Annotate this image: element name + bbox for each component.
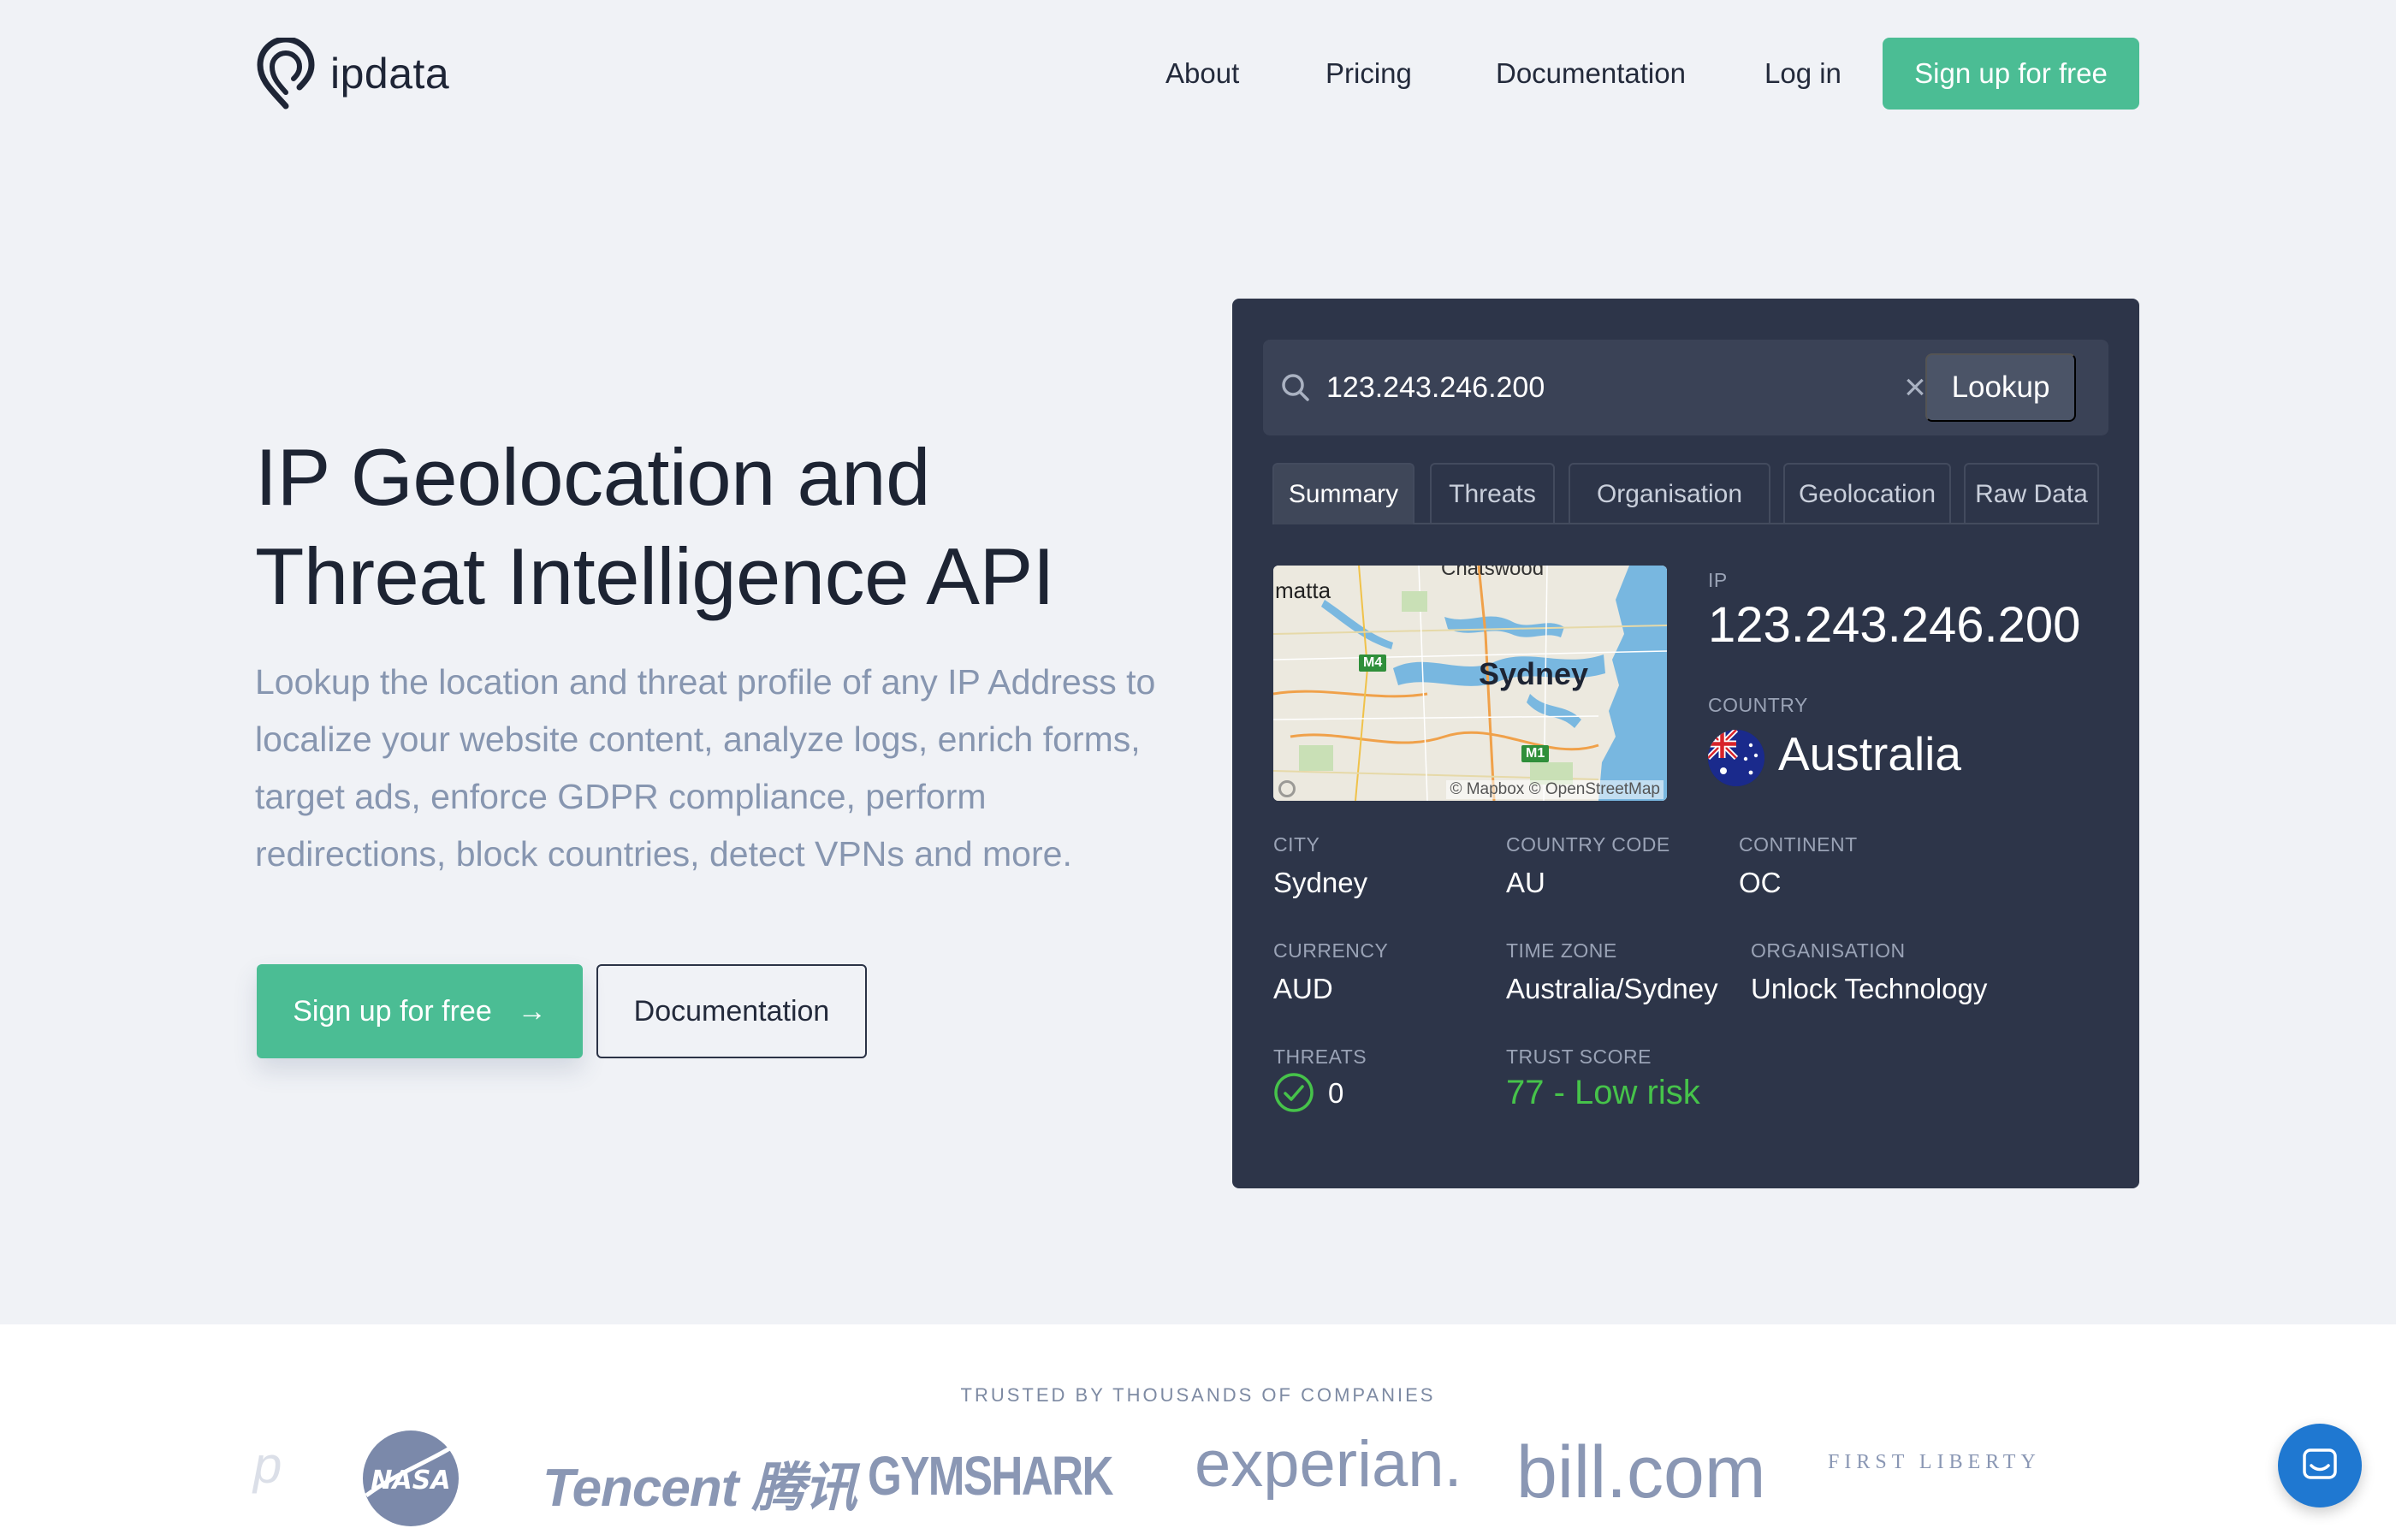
map-label-west: matta [1275, 578, 1331, 603]
result-tabs: Summary Threats Organisation Geolocation… [1272, 463, 2099, 524]
continent-value: OC [1739, 867, 1782, 898]
ip-search-input[interactable] [1326, 364, 1840, 412]
country-value: Australia [1778, 727, 1961, 780]
mapbox-logo-icon[interactable] [1278, 780, 1296, 797]
timezone-value: Australia/Sydney [1506, 973, 1718, 1004]
city-value: Sydney [1273, 867, 1368, 898]
timezone-label: TIME ZONE [1506, 939, 1617, 962]
currency-value: AUD [1273, 973, 1333, 1004]
tencent-logo: Tencent 腾讯 [543, 1459, 857, 1518]
australia-flag-icon [1708, 730, 1764, 786]
ip-value: 123.243.246.200 [1708, 597, 2081, 653]
map-graphic [1273, 566, 1667, 801]
country-code-label: COUNTRY CODE [1506, 833, 1670, 856]
pin-logo-icon [257, 38, 315, 110]
check-circle-icon [1274, 1073, 1314, 1112]
nasa-logo-text: NASA [371, 1466, 450, 1496]
organisation-value: Unlock Technology [1751, 973, 1988, 1004]
nasa-logo: NASA [358, 1427, 481, 1526]
hero-subtitle: Lookup the location and threat profile o… [255, 662, 1156, 874]
lookup-panel: × Lookup Summary Threats Organisation Ge… [1232, 299, 2139, 1188]
threats-value: 0 [1328, 1077, 1344, 1109]
location-map[interactable]: Chatswood matta Sydney M4 M1 © Mapbox © … [1273, 566, 1667, 801]
hero-signup-button[interactable]: Sign up for free → [257, 964, 583, 1058]
city-label: CITY [1273, 833, 1320, 856]
trusted-band: TRUSTED BY THOUSANDS OF COMPANIES p NASA… [0, 1324, 2396, 1540]
map-road-m1: M1 [1521, 745, 1550, 762]
nav-pricing[interactable]: Pricing [1326, 38, 1412, 110]
trust-score-label: TRUST SCORE [1506, 1045, 1652, 1068]
hero-title: IP Geolocation and Threat Intelligence A… [255, 428, 1055, 626]
country-label: COUNTRY [1708, 694, 1808, 716]
logo-text: ipdata [330, 50, 450, 98]
continent-label: CONTINENT [1739, 833, 1858, 856]
map-label-north: Chatswood [1441, 566, 1545, 580]
header-signup-button[interactable]: Sign up for free [1883, 38, 2139, 110]
search-bar: × Lookup [1263, 340, 2108, 435]
currency-label: CURRENCY [1273, 939, 1389, 962]
ip-label: IP [1708, 569, 1728, 591]
map-label-city: Sydney [1479, 656, 1589, 691]
hero-title-line2: Threat Intelligence API [255, 531, 1055, 621]
threats-label: THREATS [1273, 1045, 1367, 1068]
hero-signup-label: Sign up for free [293, 994, 492, 1028]
tab-threats[interactable]: Threats [1430, 463, 1555, 524]
hero-title-line1: IP Geolocation and [255, 432, 930, 522]
search-icon [1282, 374, 1309, 401]
first-liberty-logo: FIRST LIBERTY [1828, 1451, 2041, 1473]
arrow-right-icon: → [517, 994, 547, 1028]
tab-organisation[interactable]: Organisation [1569, 463, 1770, 524]
experian-logo: experian. [1195, 1428, 1462, 1501]
map-road-m4: M4 [1359, 654, 1387, 672]
map-attribution[interactable]: © Mapbox © OpenStreetMap [1446, 780, 1664, 799]
trust-score-value: 77 - Low risk [1506, 1074, 1700, 1111]
chat-button[interactable] [2278, 1424, 2362, 1507]
tab-raw-data[interactable]: Raw Data [1964, 463, 2099, 524]
lookup-button[interactable]: Lookup [1925, 353, 2076, 422]
country-code-value: AU [1506, 867, 1545, 898]
organisation-label: ORGANISATION [1751, 939, 1906, 962]
logo[interactable]: ipdata [255, 38, 449, 110]
nav-login[interactable]: Log in [1764, 38, 1841, 110]
tab-summary[interactable]: Summary [1272, 463, 1414, 524]
gymshark-logo: GYMSHARK [868, 1445, 1113, 1507]
nav-documentation[interactable]: Documentation [1496, 38, 1686, 110]
bill-com-logo: bill.com [1516, 1431, 1766, 1513]
partial-logo: p [253, 1436, 282, 1494]
trusted-heading: TRUSTED BY THOUSANDS OF COMPANIES [960, 1384, 1436, 1406]
hero-documentation-button[interactable]: Documentation [596, 964, 867, 1058]
chat-icon [2303, 1448, 2337, 1479]
nav-about[interactable]: About [1165, 38, 1239, 110]
tab-geolocation[interactable]: Geolocation [1783, 463, 1951, 524]
